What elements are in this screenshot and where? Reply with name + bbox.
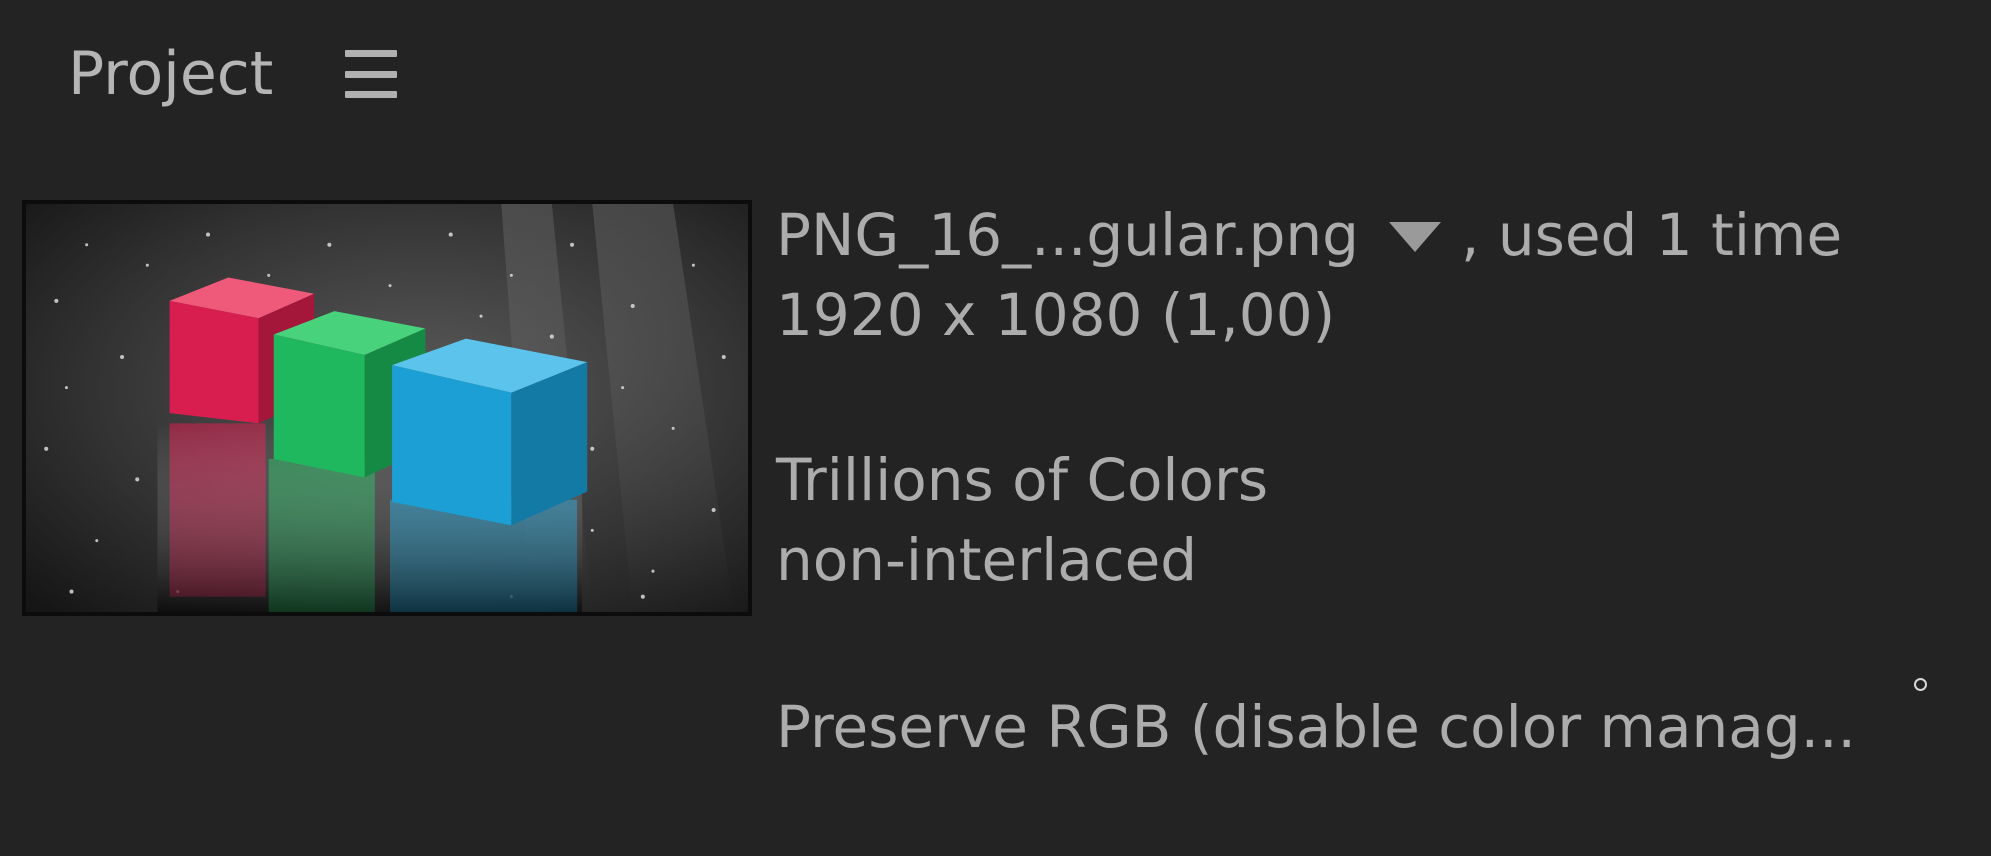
cursor-icon — [1914, 678, 1927, 691]
project-panel-header: Project — [68, 34, 398, 114]
panel-title[interactable]: Project — [68, 39, 273, 109]
asset-thumbnail — [22, 200, 752, 616]
asset-color-depth: Trillions of Colors — [776, 446, 1269, 514]
asset-color-management: Preserve RGB (disable color manag... — [776, 693, 1856, 761]
dropdown-arrow-icon[interactable] — [1389, 222, 1442, 252]
asset-filename: PNG_16_...gular.png — [776, 201, 1360, 269]
asset-name-row: PNG_16_...gular.png , used 1 time — [776, 195, 1856, 275]
asset-dimensions: 1920 x 1080 (1,00) — [776, 281, 1336, 349]
asset-usage: , used 1 time — [1461, 201, 1843, 269]
hamburger-menu-icon[interactable] — [345, 50, 398, 98]
asset-info: PNG_16_...gular.png , used 1 time 1920 x… — [776, 195, 1856, 767]
asset-interlace: non-interlaced — [776, 526, 1198, 594]
thumbnail-image — [26, 204, 748, 612]
